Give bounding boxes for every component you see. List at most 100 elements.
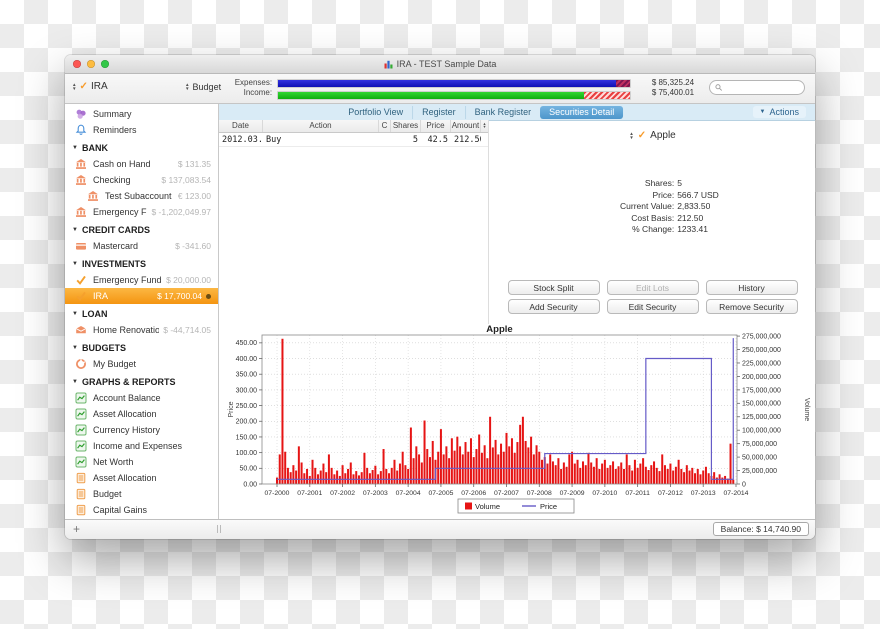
svg-text:200,000,000: 200,000,000 <box>742 374 781 381</box>
add-security-button[interactable]: Add Security <box>508 299 600 314</box>
sidebar-item-account-balance[interactable]: Account Balance <box>65 390 218 406</box>
window-titlebar[interactable]: IRA - TEST Sample Data <box>65 55 815 74</box>
svg-text:100.00: 100.00 <box>236 450 258 457</box>
svg-text:07-2007: 07-2007 <box>494 490 519 497</box>
svg-text:07-2000: 07-2000 <box>265 490 290 497</box>
security-buttons: Stock Split Edit Lots History Add Security E… <box>508 280 798 314</box>
tab-bank-register[interactable]: Bank Register <box>465 106 541 119</box>
column-options[interactable]: ▲▼ <box>481 120 488 132</box>
sidebar-item-my-budget[interactable]: My Budget <box>65 356 218 372</box>
disclosure-triangle-icon: ▼ <box>72 345 78 351</box>
sidebar-section-loan[interactable]: ▼LOAN <box>65 306 218 322</box>
sidebar-item-emergency-fund-roll[interactable]: Emergency Fund Roll...$ 20,000.00 <box>65 272 218 288</box>
svg-text:25,000,000: 25,000,000 <box>742 468 777 475</box>
sidebar-item-income-and-expenses[interactable]: Income and Expenses <box>65 438 218 454</box>
add-account-button[interactable]: + <box>73 522 80 536</box>
close-window-button[interactable] <box>73 60 81 68</box>
column-header-action[interactable]: Action <box>263 120 379 132</box>
search-input[interactable] <box>725 82 799 94</box>
sidebar-section-credit-cards[interactable]: ▼CREDIT CARDS <box>65 222 218 238</box>
search-icon <box>715 83 722 92</box>
app-window: IRA - TEST Sample Data ▲▼ ✓ IRA ▲▼ Budge… <box>65 55 815 539</box>
sidebar-item-budget[interactable]: Budget <box>65 486 218 502</box>
budget-selector[interactable]: ▲▼ Budget <box>185 82 221 92</box>
sidebar-section-investments[interactable]: ▼INVESTMENTS <box>65 256 218 272</box>
edit-security-button[interactable]: Edit Security <box>607 299 699 314</box>
field-label: Shares: <box>586 178 674 188</box>
sidebar-section-bank[interactable]: ▼BANK <box>65 140 218 156</box>
column-header-c[interactable]: C <box>379 120 391 132</box>
budget-bars <box>277 79 631 100</box>
sidebar-item-currency-history[interactable]: Currency History <box>65 422 218 438</box>
account-balance: $ -44,714.05 <box>163 325 211 335</box>
sidebar-item-mastercard[interactable]: Mastercard$ -341.60 <box>65 238 218 254</box>
income-value: $ 75,400.01 <box>636 89 694 96</box>
budget-bar-labels: Expenses: Income: <box>226 79 272 96</box>
column-header-amount[interactable]: Amount <box>451 120 481 132</box>
sidebar-item-cash-on-hand[interactable]: Cash on Hand$ 131.35 <box>65 156 218 172</box>
field-label: Current Value: <box>586 201 674 211</box>
bell-icon <box>75 124 88 136</box>
sidebar-item-test-subaccount[interactable]: Test Subaccount€ 123.00 <box>65 188 218 204</box>
sidebar-section-label: BUDGETS <box>82 343 126 353</box>
sidebar-item-ira[interactable]: IRA$ 17,700.04 <box>65 288 218 304</box>
toolbar: ▲▼ ✓ IRA ▲▼ Budget Expenses: Income: <box>65 74 815 104</box>
bank-icon <box>75 158 88 170</box>
sidebar-section-label: BANK <box>82 143 108 153</box>
sidebar-item-summary[interactable]: Summary <box>65 106 218 122</box>
edit-lots-button: Edit Lots <box>607 280 699 295</box>
column-sort-icon[interactable]: ▲▼ <box>483 123 487 129</box>
sidebar-item-emergency-fund[interactable]: Emergency Fund, ...$ -1,202,049.97 <box>65 204 218 220</box>
sidebar-item-asset-allocation[interactable]: Asset Allocation <box>65 406 218 422</box>
svg-text:07-2002: 07-2002 <box>330 490 355 497</box>
remove-security-button[interactable]: Remove Security <box>706 299 798 314</box>
sidebar-item-asset-allocation[interactable]: Asset Allocation <box>65 470 218 486</box>
stepper-arrows-icon: ▲▼ <box>185 83 190 90</box>
check-icon <box>75 290 88 302</box>
column-header-price[interactable]: Price <box>421 120 451 132</box>
sidebar-item-label: Account Balance <box>93 393 211 403</box>
sidebar-item-label: Income and Expenses <box>93 441 211 451</box>
chart-pane: 0.0050.00100.00150.00200.00250.00300.003… <box>219 324 815 519</box>
status-bar: + Balance: $ 14,740.90 <box>65 519 815 539</box>
svg-text:07-2010: 07-2010 <box>592 490 617 497</box>
security-selector[interactable]: ▲▼ ✓ Apple <box>490 130 815 141</box>
register-row[interactable]: 2012.03.31Buy542.5212.50 <box>219 133 488 147</box>
income-label: Income: <box>226 89 272 96</box>
account-balance: $ 20,000.00 <box>166 275 211 285</box>
sidebar-section-label: GRAPHS & REPORTS <box>82 377 176 387</box>
column-header-date[interactable]: Date <box>219 120 263 132</box>
tab-register[interactable]: Register <box>412 106 465 119</box>
actions-button[interactable]: ▼ Actions <box>753 106 806 118</box>
search-field[interactable] <box>709 80 805 95</box>
stepper-arrows-icon: ▲▼ <box>629 132 634 139</box>
svg-text:250.00: 250.00 <box>236 403 258 410</box>
column-header-shares[interactable]: Shares <box>391 120 421 132</box>
register-table-header: DateActionCSharesPriceAmount▲▼ <box>219 120 488 133</box>
income-bar-remaining-hatch <box>584 92 630 99</box>
sidebar-item-checking[interactable]: Checking$ 137,083.54 <box>65 172 218 188</box>
history-button[interactable]: History <box>706 280 798 295</box>
svg-text:07-2008: 07-2008 <box>527 490 552 497</box>
field-value-shares: 5 <box>677 178 719 188</box>
sidebar-item-home-renovation-loan[interactable]: Home Renovation Loan$ -44,714.05 <box>65 322 218 338</box>
sidebar-item-net-worth[interactable]: Net Worth <box>65 454 218 470</box>
tab-portfolio-view[interactable]: Portfolio View <box>339 106 412 119</box>
zoom-window-button[interactable] <box>101 60 109 68</box>
content-area: SummaryReminders▼BANKCash on Hand$ 131.3… <box>65 104 815 519</box>
sidebar-item-reminders[interactable]: Reminders <box>65 122 218 138</box>
tab-securities-detail[interactable]: Securities Detail <box>540 106 623 119</box>
stock-split-button[interactable]: Stock Split <box>508 280 600 295</box>
security-name: Apple <box>650 130 676 141</box>
sidebar-splitter-handle[interactable] <box>217 525 221 533</box>
sidebar-section-budgets[interactable]: ▼ BUDGETS <box>65 340 218 356</box>
sidebar-section-graphs-reports[interactable]: ▼GRAPHS & REPORTS <box>65 374 218 390</box>
account-selector[interactable]: ▲▼ ✓ IRA <box>72 81 108 92</box>
account-balance: $ 131.35 <box>178 159 211 169</box>
cell-shares: 5 <box>391 135 421 145</box>
sidebar-item-capital-gains[interactable]: Capital Gains <box>65 502 218 518</box>
report-icon <box>75 504 88 516</box>
minimize-window-button[interactable] <box>87 60 95 68</box>
field-label: Price: <box>586 190 674 200</box>
account-balance: $ -341.60 <box>175 241 211 251</box>
